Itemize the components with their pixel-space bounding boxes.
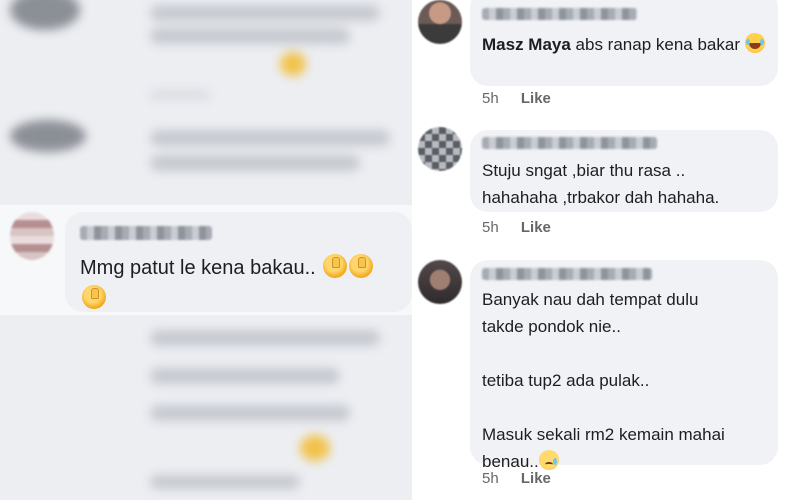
comment-text-line: Masuk sekali rm2 kemain mahai [482,425,725,444]
avatar[interactable] [418,260,462,304]
timestamp[interactable]: 5h [482,90,499,107]
comment-text-content: Mmg patut le kena bakau.. [80,257,322,279]
tears-of-joy-icon [744,33,765,53]
blurred-commenter-name [482,268,652,280]
timestamp[interactable]: 5h [482,470,499,487]
thumbs-up-icon [323,254,348,278]
comment-text-line: benau.. [482,452,539,471]
blurred-commenter-name [80,226,212,240]
mention-link[interactable]: Masz Maya [482,35,571,54]
comment-text-line: hahahaha ,trbakor dah hahaha. [482,188,720,207]
comment-text-line: takde pondok nie.. [482,317,621,336]
comment-text-line: tetiba tup2 ada pulak.. [482,371,650,390]
comment-text: Stuju sngat ,biar thu rasa .. hahahaha ,… [482,157,772,211]
sad-tear-icon [538,450,559,470]
blurred-commenter-name [482,8,637,20]
avatar[interactable] [418,0,462,44]
thumbs-up-icon [349,254,374,278]
like-button[interactable]: Like [521,219,551,236]
comment-meta: 5h Like [482,470,551,487]
avatar[interactable] [418,127,462,171]
comment-text-line: Banyak nau dah tempat dulu [482,290,699,309]
avatar[interactable] [10,212,54,260]
comment-text-line: Stuju sngat ,biar thu rasa .. [482,161,686,180]
blurred-commenter-name [482,137,657,149]
comment-text: Banyak nau dah tempat dulu takde pondok … [482,286,772,475]
comment-text-content: abs ranap kena bakar [570,35,745,54]
like-button[interactable]: Like [521,90,551,107]
comment-meta: 5h Like [482,219,551,236]
comment-text: Mmg patut le kena bakau.. [80,253,410,315]
comment-text: Masz Maya abs ranap kena bakar [482,31,772,58]
like-button[interactable]: Like [521,470,551,487]
timestamp[interactable]: 5h [482,219,499,236]
comment-meta: 5h Like [482,90,551,107]
thumbs-up-icon [82,285,106,309]
